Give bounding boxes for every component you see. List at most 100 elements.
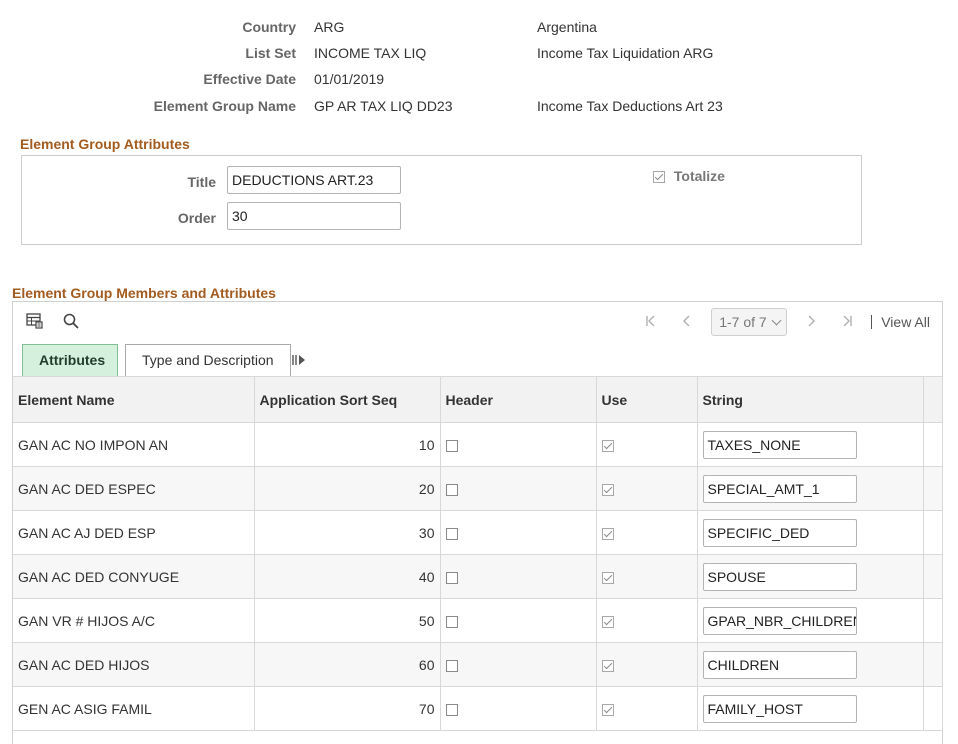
tab-type-and-description[interactable]: Type and Description xyxy=(125,344,291,376)
element-name-cell: GAN AC NO IMPON AN xyxy=(13,422,255,467)
column-header-use: Use xyxy=(596,376,698,423)
country-description: Argentina xyxy=(537,19,597,35)
filler-cell xyxy=(923,554,943,599)
tab-attributes[interactable]: Attributes xyxy=(22,344,118,376)
members-grid: 1-7 of 7 View All Attributes Type and De… xyxy=(12,301,943,744)
header-checkbox[interactable] xyxy=(445,527,458,540)
header-cell xyxy=(440,642,597,687)
string-cell: FAMILY_HOST xyxy=(697,686,924,731)
next-page-icon[interactable] xyxy=(801,315,821,330)
members-section-title: Element Group Members and Attributes xyxy=(12,285,276,301)
string-input[interactable]: SPECIAL_AMT_1 xyxy=(702,474,857,503)
table-row: GAN AC DED ESPEC 20 SPECIAL_AMT_1 xyxy=(13,466,943,511)
string-input[interactable]: CHILDREN xyxy=(702,650,857,679)
totalize-field: Totalize xyxy=(653,168,725,184)
totalize-checkbox[interactable] xyxy=(653,171,665,184)
table-row: GAN AC NO IMPON AN 10 TAXES_NONE xyxy=(13,422,943,467)
header-checkbox[interactable] xyxy=(445,571,458,584)
header-row-list-set: List Set INCOME TAX LIQ Income Tax Liqui… xyxy=(0,43,958,63)
list-set-label: List Set xyxy=(245,45,296,61)
use-checkbox[interactable] xyxy=(601,571,614,584)
use-checkbox[interactable] xyxy=(601,703,614,716)
use-cell xyxy=(596,422,698,467)
table-row: GAN AC AJ DED ESP 30 SPECIFIC_DED xyxy=(13,510,943,555)
table-row: GAN AC DED HIJOS 60 CHILDREN xyxy=(13,642,943,687)
tab-type-and-description-label: Type and Description xyxy=(142,352,274,368)
sort-seq-cell: 70 xyxy=(254,686,441,731)
string-cell: TAXES_NONE xyxy=(697,422,924,467)
show-all-columns-icon[interactable] xyxy=(291,352,307,368)
element-name-cell: GAN VR # HIJOS A/C xyxy=(13,598,255,643)
table-row: GEN AC ASIG FAMIL 70 FAMILY_HOST xyxy=(13,686,943,731)
tab-attributes-label: Attributes xyxy=(39,352,106,368)
sort-seq-cell: 60 xyxy=(254,642,441,687)
effective-date-value: 01/01/2019 xyxy=(314,71,385,87)
page-range-select[interactable]: 1-7 of 7 xyxy=(711,308,788,336)
table-row: GAN AC DED CONYUGE 40 SPOUSE xyxy=(13,554,943,599)
use-checkbox[interactable] xyxy=(601,615,614,628)
grid-personalize-icon[interactable] xyxy=(26,312,44,330)
effective-date-label: Effective Date xyxy=(203,71,296,87)
element-name-cell: GAN AC DED ESPEC xyxy=(13,466,255,511)
string-input[interactable]: SPOUSE xyxy=(702,562,857,591)
header-checkbox[interactable] xyxy=(445,439,458,452)
header-cell xyxy=(440,686,597,731)
filler-cell xyxy=(923,686,943,731)
previous-page-icon[interactable] xyxy=(677,315,697,330)
string-cell: SPECIFIC_DED xyxy=(697,510,924,555)
country-value: ARG xyxy=(314,19,345,35)
header-checkbox[interactable] xyxy=(445,615,458,628)
table-header-row: Element Name Application Sort Seq Header… xyxy=(13,376,943,423)
search-icon[interactable] xyxy=(62,312,80,330)
use-checkbox[interactable] xyxy=(601,527,614,540)
element-name-cell: GAN AC AJ DED ESP xyxy=(13,510,255,555)
header-cell xyxy=(440,422,597,467)
header-cell xyxy=(440,554,597,599)
column-header-header: Header xyxy=(440,376,597,423)
element-group-name-label: Element Group Name xyxy=(153,98,296,114)
table-row: GAN VR # HIJOS A/C 50 GPAR_NBR_CHILDREN xyxy=(13,598,943,643)
string-input[interactable]: GPAR_NBR_CHILDREN xyxy=(702,606,857,635)
order-input[interactable]: 30 xyxy=(227,202,401,230)
string-cell: SPECIAL_AMT_1 xyxy=(697,466,924,511)
column-header-filler xyxy=(923,376,943,423)
use-checkbox[interactable] xyxy=(601,439,614,452)
filler-cell xyxy=(923,466,943,511)
first-page-icon[interactable] xyxy=(641,315,661,330)
sort-seq-cell: 10 xyxy=(254,422,441,467)
header-row-country: Country ARG Argentina xyxy=(0,17,958,37)
header-cell xyxy=(440,598,597,643)
use-checkbox[interactable] xyxy=(601,659,614,672)
string-cell: CHILDREN xyxy=(697,642,924,687)
chevron-down-icon xyxy=(771,315,782,326)
string-input[interactable]: FAMILY_HOST xyxy=(702,694,857,723)
string-cell: SPOUSE xyxy=(697,554,924,599)
use-cell xyxy=(596,554,698,599)
title-label: Title xyxy=(187,174,216,190)
filler-cell xyxy=(923,510,943,555)
string-cell: GPAR_NBR_CHILDREN xyxy=(697,598,924,643)
filler-cell xyxy=(923,598,943,643)
members-table: Element Name Application Sort Seq Header… xyxy=(13,376,943,731)
column-header-element-name: Element Name xyxy=(13,376,255,423)
string-input[interactable]: SPECIFIC_DED xyxy=(702,518,857,547)
country-label: Country xyxy=(242,19,296,35)
list-set-description: Income Tax Liquidation ARG xyxy=(537,45,714,61)
view-all-link[interactable]: View All xyxy=(881,314,930,330)
title-input[interactable]: DEDUCTIONS ART.23 xyxy=(227,166,401,194)
header-checkbox[interactable] xyxy=(445,659,458,672)
use-cell xyxy=(596,510,698,555)
column-header-string: String xyxy=(697,376,924,423)
header-cell xyxy=(440,510,597,555)
use-checkbox[interactable] xyxy=(601,483,614,496)
element-group-name-description: Income Tax Deductions Art 23 xyxy=(537,98,723,114)
header-checkbox[interactable] xyxy=(445,483,458,496)
element-name-cell: GAN AC DED HIJOS xyxy=(13,642,255,687)
string-input[interactable]: TAXES_NONE xyxy=(702,430,857,459)
last-page-icon[interactable] xyxy=(837,315,857,330)
page-range-value: 1-7 of 7 xyxy=(719,314,767,330)
header-cell xyxy=(440,466,597,511)
header-checkbox[interactable] xyxy=(445,703,458,716)
use-cell xyxy=(596,642,698,687)
filler-cell xyxy=(923,642,943,687)
